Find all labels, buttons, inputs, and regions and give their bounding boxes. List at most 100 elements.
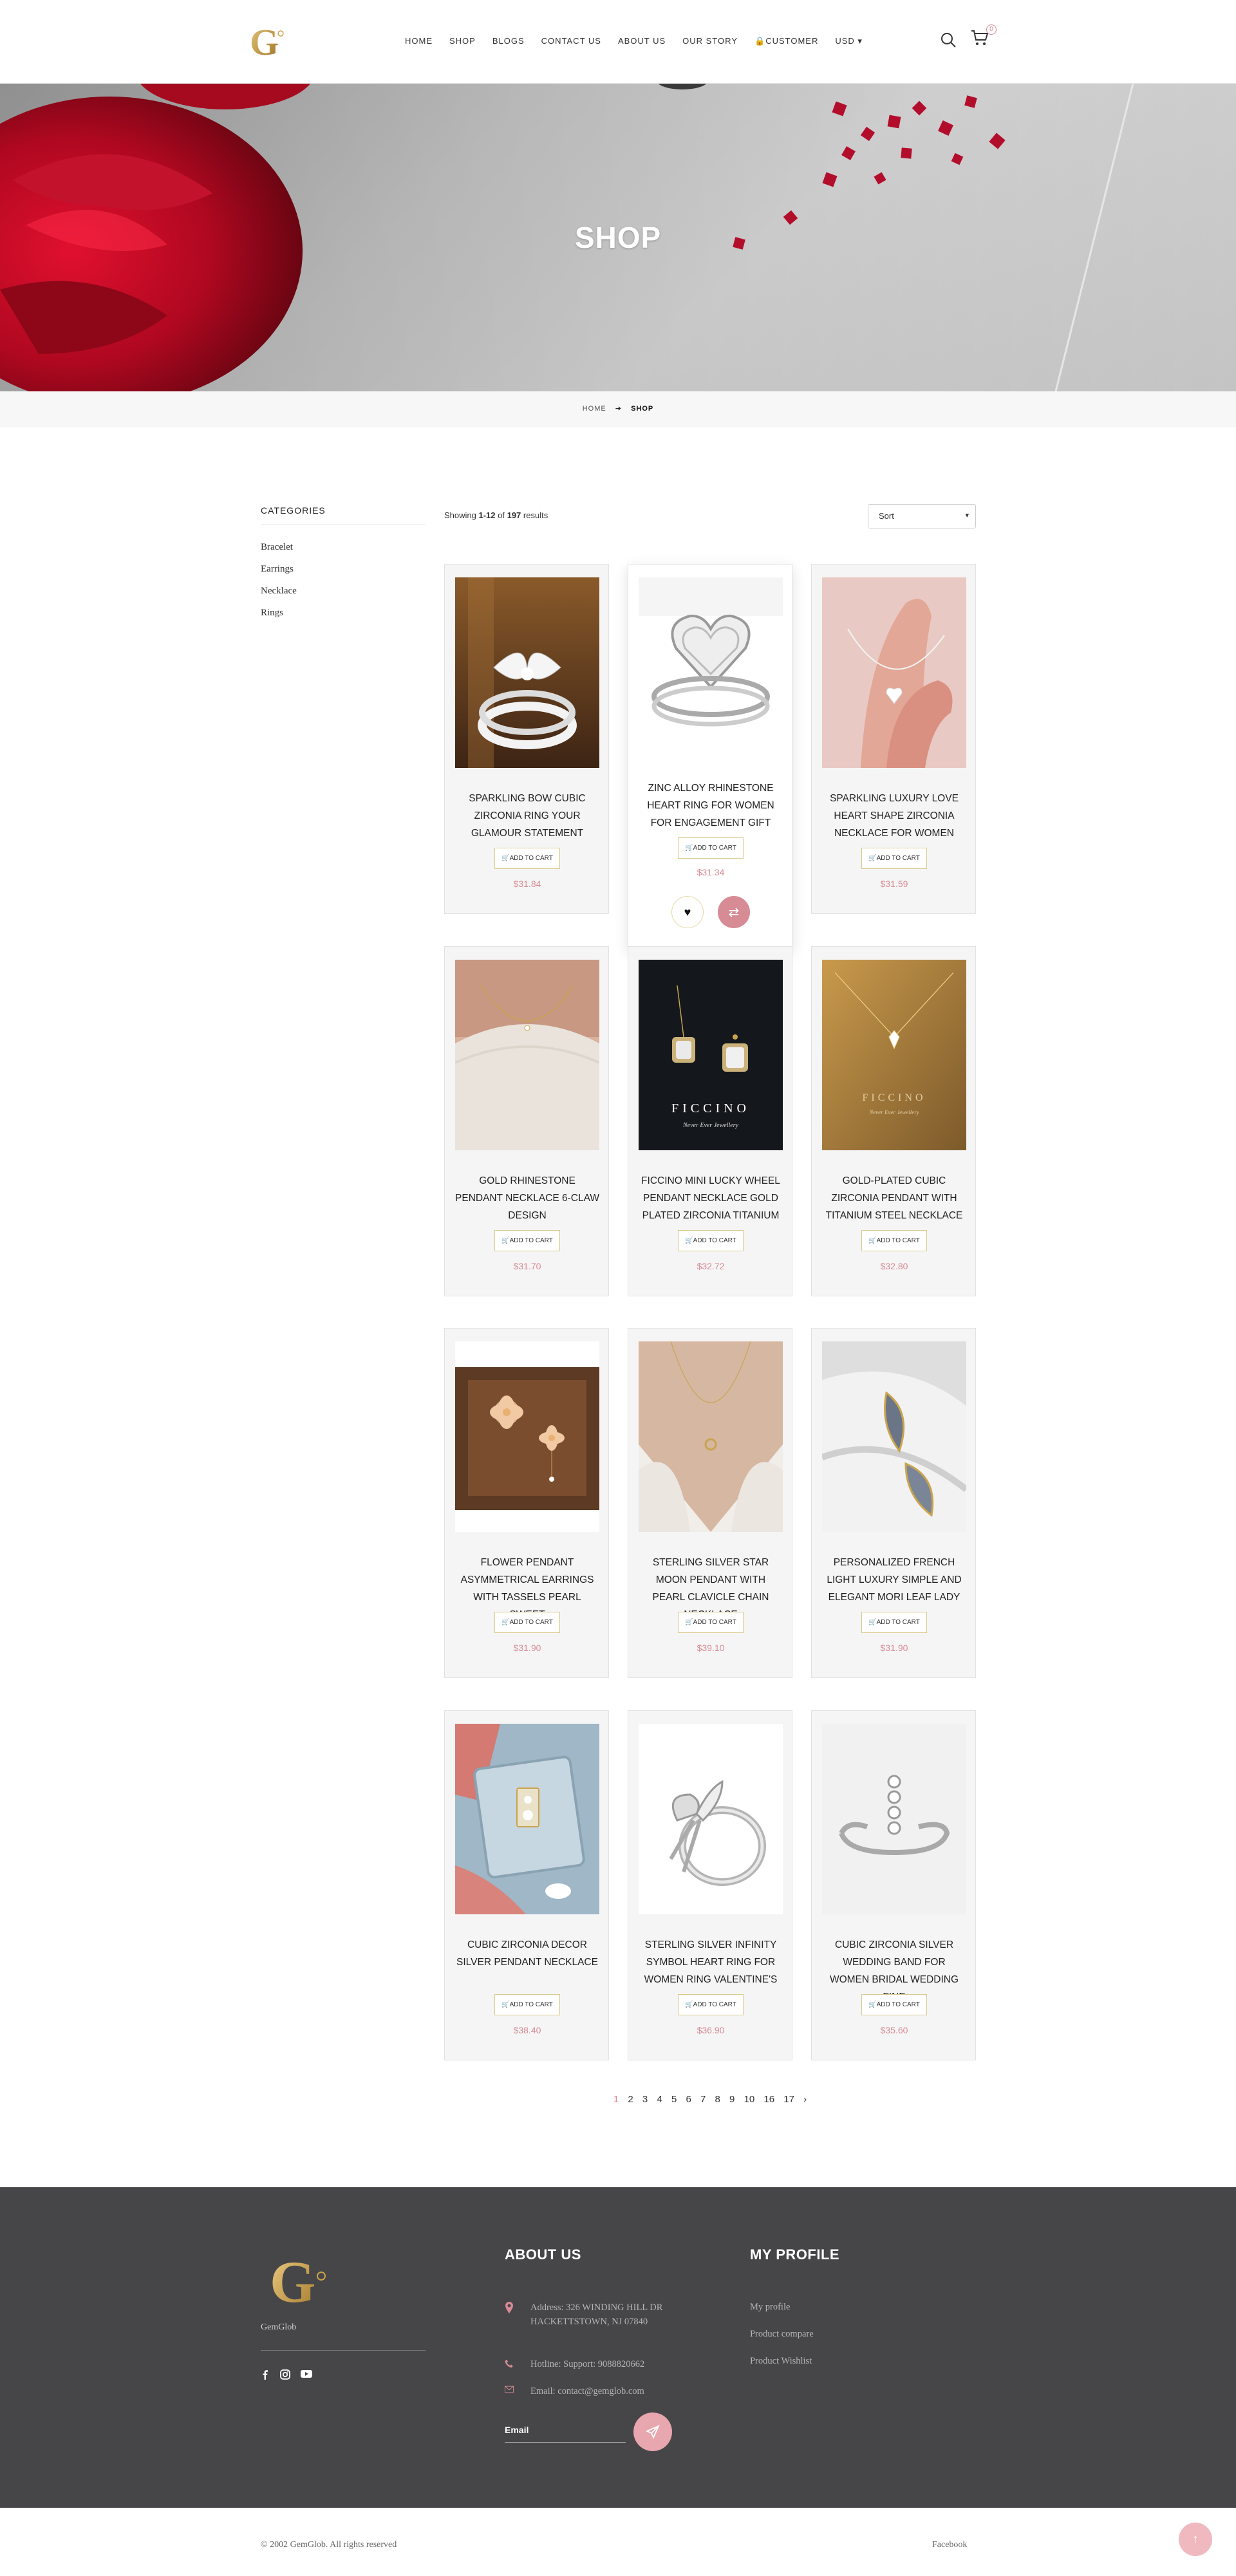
footer-facebook-link[interactable]: Facebook xyxy=(932,2540,967,2550)
newsletter-submit-button[interactable] xyxy=(633,2413,672,2451)
cart-count-badge: 0 xyxy=(986,24,997,35)
page-8[interactable]: 8 xyxy=(715,2094,720,2105)
page-4[interactable]: 4 xyxy=(657,2094,662,2105)
breadcrumb-home[interactable]: HOME xyxy=(583,405,606,413)
footer-logo[interactable]: G xyxy=(261,2245,332,2316)
next-page-button[interactable]: › xyxy=(803,2094,807,2105)
header-icons: 0 xyxy=(940,24,997,50)
product-name[interactable]: STERLING SILVER INFINITY SYMBOL HEART RI… xyxy=(639,1936,783,1988)
product-card[interactable]: FICCINO Never Ever Jewellery GOLD-PLATED… xyxy=(811,946,976,1296)
logo[interactable]: G xyxy=(243,19,288,64)
add-to-cart-button[interactable]: 🛒ADD TO CART xyxy=(494,848,560,869)
breadcrumb: HOME ➔ SHOP xyxy=(0,404,1236,413)
page-1[interactable]: 1 xyxy=(613,2094,619,2105)
facebook-icon[interactable] xyxy=(261,2369,270,2380)
page-2[interactable]: 2 xyxy=(628,2094,633,2105)
nav-shop[interactable]: SHOP xyxy=(441,36,484,46)
footer-link-product-compare[interactable]: Product compare xyxy=(750,2329,814,2340)
product-card[interactable]: SPARKLING LUXURY LOVE HEART SHAPE ZIRCON… xyxy=(811,564,976,914)
product-card[interactable]: STERLING SILVER INFINITY SYMBOL HEART RI… xyxy=(628,1710,792,2060)
product-name[interactable]: GOLD-PLATED CUBIC ZIRCONIA PENDANT WITH … xyxy=(822,1172,966,1224)
add-to-cart-button[interactable]: 🛒ADD TO CART xyxy=(861,1994,927,2015)
cart-button[interactable]: 0 xyxy=(971,24,997,50)
add-to-cart-button[interactable]: 🛒ADD TO CART xyxy=(494,1994,560,2015)
product-image[interactable] xyxy=(822,1724,966,1914)
product-image[interactable]: FICCINO Never Ever Jewellery xyxy=(639,960,783,1150)
page-5[interactable]: 5 xyxy=(671,2094,677,2105)
wishlist-button[interactable]: ♥ xyxy=(671,896,704,928)
product-name[interactable]: CUBIC ZIRCONIA DECOR SILVER PENDANT NECK… xyxy=(455,1936,599,1971)
instagram-icon[interactable] xyxy=(280,2369,290,2380)
newsletter-email-input[interactable]: Email xyxy=(505,2417,626,2443)
nav-currency[interactable]: USD ▾ xyxy=(827,36,871,46)
product-name[interactable]: GOLD RHINESTONE PENDANT NECKLACE 6-CLAW … xyxy=(455,1172,599,1224)
cart-icon: 🛒 xyxy=(868,1237,877,1244)
page-7[interactable]: 7 xyxy=(700,2094,706,2105)
add-to-cart-button[interactable]: 🛒ADD TO CART xyxy=(678,1994,744,2015)
product-image[interactable] xyxy=(822,577,966,768)
footer-brand-name: GemGlob xyxy=(261,2322,297,2332)
back-to-top-button[interactable]: ↑ xyxy=(1179,2523,1212,2556)
product-image[interactable] xyxy=(639,1341,783,1532)
product-image[interactable] xyxy=(455,1341,599,1532)
footer-link-my-profile[interactable]: My profile xyxy=(750,2302,790,2313)
nav-about-us[interactable]: ABOUT US xyxy=(610,36,674,46)
product-card[interactable]: CUBIC ZIRCONIA DECOR SILVER PENDANT NECK… xyxy=(444,1710,609,2060)
page-9[interactable]: 9 xyxy=(729,2094,735,2105)
product-image[interactable] xyxy=(639,1724,783,1914)
page-3[interactable]: 3 xyxy=(642,2094,648,2105)
add-to-cart-button[interactable]: 🛒ADD TO CART xyxy=(678,1230,744,1251)
product-card[interactable]: GOLD RHINESTONE PENDANT NECKLACE 6-CLAW … xyxy=(444,946,609,1296)
add-to-cart-button[interactable]: 🛒ADD TO CART xyxy=(861,848,927,869)
add-to-cart-button[interactable]: 🛒ADD TO CART xyxy=(861,1612,927,1633)
product-image[interactable]: FICCINO Never Ever Jewellery xyxy=(822,960,966,1150)
nav-customer[interactable]: 🔒CUSTOMER xyxy=(746,36,827,46)
compare-button[interactable]: ⇄ xyxy=(718,896,750,928)
about-us-title: ABOUT US xyxy=(505,2246,581,2263)
add-to-cart-button[interactable]: 🛒ADD TO CART xyxy=(494,1612,560,1633)
page-6[interactable]: 6 xyxy=(686,2094,691,2105)
page-16[interactable]: 16 xyxy=(763,2094,774,2105)
add-to-cart-button[interactable]: 🛒ADD TO CART xyxy=(861,1230,927,1251)
sort-select[interactable]: Sort ▾ xyxy=(868,504,976,528)
add-to-cart-button[interactable]: 🛒ADD TO CART xyxy=(678,1612,744,1633)
product-name[interactable]: ZINC ALLOY RHINESTONE HEART RING FOR WOM… xyxy=(639,779,783,832)
page-17[interactable]: 17 xyxy=(783,2094,794,2105)
category-list: Bracelet Earrings Necklace Rings xyxy=(261,542,426,619)
youtube-icon[interactable] xyxy=(301,2369,312,2378)
product-image[interactable] xyxy=(822,1341,966,1532)
product-card-hovered[interactable]: ZINC ALLOY RHINESTONE HEART RING FOR WOM… xyxy=(628,564,792,950)
category-earrings[interactable]: Earrings xyxy=(261,564,426,575)
add-to-cart-button[interactable]: 🛒ADD TO CART xyxy=(494,1230,560,1251)
product-image[interactable] xyxy=(455,577,599,768)
product-name[interactable]: FICCINO MINI LUCKY WHEEL PENDANT NECKLAC… xyxy=(639,1172,783,1224)
nav-home[interactable]: HOME xyxy=(397,36,441,46)
product-card[interactable]: CUBIC ZIRCONIA SILVER WEDDING BAND FOR W… xyxy=(811,1710,976,2060)
search-icon[interactable] xyxy=(940,32,957,48)
product-name[interactable]: SPARKLING BOW CUBIC ZIRCONIA RING YOUR G… xyxy=(455,790,599,842)
nav-contact-us[interactable]: CONTACT US xyxy=(533,36,610,46)
product-card[interactable]: STERLING SILVER STAR MOON PENDANT WITH P… xyxy=(628,1328,792,1678)
footer-link-product-wishlist[interactable]: Product Wishlist xyxy=(750,2356,812,2367)
phone-icon xyxy=(505,2359,513,2368)
product-price: $31.70 xyxy=(513,1261,541,1271)
product-image[interactable] xyxy=(455,1724,599,1914)
product-image[interactable] xyxy=(455,960,599,1150)
page-10[interactable]: 10 xyxy=(744,2094,755,2105)
main-nav: HOME SHOP BLOGS CONTACT US ABOUT US OUR … xyxy=(397,36,871,46)
nav-blogs[interactable]: BLOGS xyxy=(484,36,533,46)
product-card[interactable]: FLOWER PENDANT ASYMMETRICAL EARRINGS WIT… xyxy=(444,1328,609,1678)
category-rings[interactable]: Rings xyxy=(261,608,426,619)
product-name[interactable]: PERSONALIZED FRENCH LIGHT LUXURY SIMPLE … xyxy=(822,1554,966,1606)
product-card[interactable]: FICCINO Never Ever Jewellery FICCINO MIN… xyxy=(628,946,792,1296)
add-to-cart-button[interactable]: 🛒ADD TO CART xyxy=(678,837,744,859)
product-price: $36.90 xyxy=(697,2025,725,2035)
category-necklace[interactable]: Necklace xyxy=(261,586,426,597)
category-bracelet[interactable]: Bracelet xyxy=(261,542,426,553)
product-name[interactable]: SPARKLING LUXURY LOVE HEART SHAPE ZIRCON… xyxy=(822,790,966,842)
product-card[interactable]: SPARKLING BOW CUBIC ZIRCONIA RING YOUR G… xyxy=(444,564,609,914)
product-card[interactable]: PERSONALIZED FRENCH LIGHT LUXURY SIMPLE … xyxy=(811,1328,976,1678)
pagination: 1 2 3 4 5 6 7 8 9 10 16 17 › xyxy=(444,2094,976,2105)
nav-our-story[interactable]: OUR STORY xyxy=(674,36,746,46)
product-image[interactable] xyxy=(639,577,783,768)
